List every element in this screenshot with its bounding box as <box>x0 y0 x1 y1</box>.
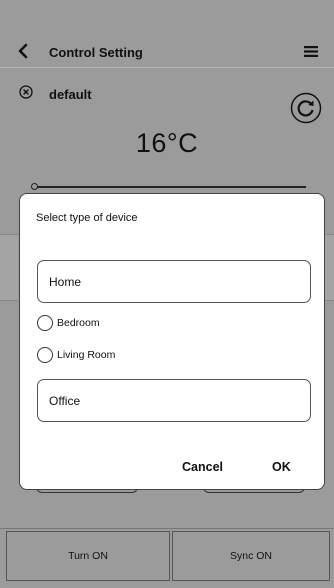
option-bedroom[interactable]: Bedroom <box>37 315 100 331</box>
radio-button[interactable] <box>37 347 53 363</box>
temperature-slider-thumb[interactable] <box>31 183 38 190</box>
chevron-left-icon[interactable] <box>16 43 30 59</box>
option-living-room-label: Living Room <box>57 349 116 361</box>
refresh-icon[interactable] <box>290 92 322 124</box>
dialog-title: Select type of device <box>36 212 138 224</box>
temperature-display: 16°C <box>135 128 199 158</box>
option-living-room[interactable]: Living Room <box>37 347 115 363</box>
option-office[interactable]: Office <box>37 379 311 422</box>
device-type-dialog: Select type of device Home Bedroom Livin… <box>19 193 325 490</box>
background-panel-left <box>0 235 18 301</box>
radio-button[interactable] <box>37 315 53 331</box>
turn-on-button[interactable]: Turn ON <box>6 531 170 581</box>
page-title: Control Setting <box>49 45 143 60</box>
close-circle-icon[interactable] <box>19 85 33 99</box>
hamburger-menu-icon[interactable] <box>304 46 318 57</box>
cancel-button[interactable]: Cancel <box>182 460 223 474</box>
option-home[interactable]: Home <box>37 260 311 303</box>
control-setting-screen: Control Setting default 16°C Turn ON Syn… <box>0 0 334 588</box>
bottom-action-bar: Turn ON Sync ON <box>0 528 334 588</box>
ok-button[interactable]: OK <box>272 460 291 474</box>
profile-name: default <box>49 87 92 102</box>
temperature-slider-track[interactable] <box>34 186 306 188</box>
option-home-label: Home <box>49 274 82 289</box>
option-bedroom-label: Bedroom <box>57 317 100 329</box>
option-office-label: Office <box>49 393 81 408</box>
app-header: Control Setting <box>0 34 334 68</box>
sync-on-button[interactable]: Sync ON <box>172 531 330 581</box>
